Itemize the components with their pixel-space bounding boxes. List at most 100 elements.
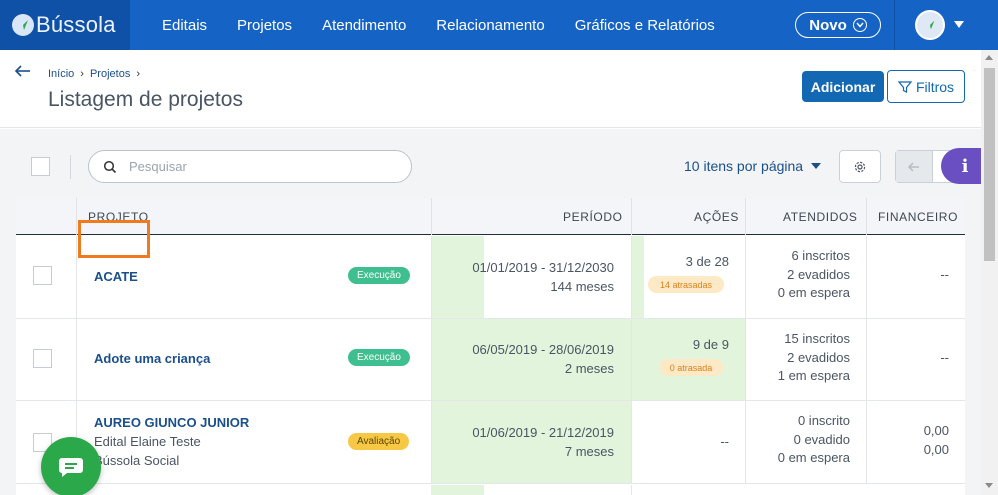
row-checkbox[interactable] xyxy=(33,349,52,368)
scroll-up-icon[interactable] xyxy=(985,55,993,60)
user-avatar[interactable] xyxy=(915,10,945,40)
breadcrumb-projetos[interactable]: Projetos xyxy=(90,68,130,80)
per-page-select[interactable]: 10 itens por página xyxy=(684,158,822,174)
caret-down-icon[interactable] xyxy=(954,21,964,28)
nav-item-projetos[interactable]: Projetos xyxy=(237,17,292,34)
chat-icon xyxy=(59,458,83,477)
financial-cell: -- xyxy=(940,267,949,282)
attended-dropouts: 0 evadido xyxy=(793,431,850,447)
search-placeholder: Pesquisar xyxy=(129,159,187,174)
vertical-scrollbar[interactable] xyxy=(981,50,998,495)
funnel-icon xyxy=(897,80,912,93)
gear-icon xyxy=(854,161,866,172)
period-progress-fill xyxy=(431,485,484,495)
column-divider xyxy=(76,198,77,235)
chevron-down-icon xyxy=(852,18,867,32)
prev-page-button[interactable] xyxy=(896,151,932,182)
column-header-acoes[interactable]: AÇÕES xyxy=(694,198,739,235)
actions-count: -- xyxy=(720,434,729,449)
late-actions-badge: 14 atrasadas xyxy=(648,276,724,293)
attended-dropouts: 2 evadidos xyxy=(787,266,850,282)
nav-item-relacionamento[interactable]: Relacionamento xyxy=(436,17,544,34)
financial-value: 0,00 xyxy=(923,441,949,457)
project-name-link[interactable]: Adote uma criança xyxy=(94,351,210,366)
table-row[interactable]: ACATE Execução 01/01/2019 - 31/12/2030 1… xyxy=(16,236,965,319)
attended-waiting: 0 em espera xyxy=(777,285,850,300)
column-divider xyxy=(631,198,632,235)
new-button[interactable]: Novo xyxy=(795,12,881,38)
column-divider xyxy=(431,236,432,318)
period-range: 01/06/2019 - 21/12/2019 xyxy=(472,425,614,440)
compass-icon xyxy=(12,14,34,36)
highlight-box xyxy=(78,220,150,258)
scroll-down-icon[interactable] xyxy=(985,483,993,488)
column-header-financeiro[interactable]: FINANCEIRO xyxy=(878,198,958,235)
breadcrumb: Início › Projetos › xyxy=(48,68,140,80)
nav-item-graficos-relatorios[interactable]: Gráficos e Relatórios xyxy=(575,17,715,34)
projects-table: PROJETO PERÍODO AÇÕES ATENDIDOS FINANCEI… xyxy=(16,198,965,495)
main-nav: Editais Projetos Atendimento Relacioname… xyxy=(162,0,745,50)
column-header-periodo[interactable]: PERÍODO xyxy=(563,198,623,235)
attended-cell: 6 inscritos 2 evadidos 0 em espera xyxy=(778,247,850,303)
info-icon: i xyxy=(961,155,969,177)
column-divider xyxy=(631,319,632,400)
period-range: 01/01/2019 - 31/12/2030 xyxy=(472,260,614,275)
financial-cell: 0,00 0,00 xyxy=(924,422,949,459)
select-all-checkbox[interactable] xyxy=(31,157,50,176)
column-divider xyxy=(745,401,746,483)
add-button[interactable]: Adicionar xyxy=(802,71,884,102)
period-cell: 06/05/2019 - 28/06/2019 2 meses xyxy=(472,340,614,378)
nav-item-atendimento[interactable]: Atendimento xyxy=(322,17,406,34)
period-months: 144 meses xyxy=(550,279,614,294)
column-divider xyxy=(76,319,77,400)
column-divider xyxy=(76,236,77,318)
late-actions-badge: 0 atrasada xyxy=(659,359,723,376)
page-header: Início › Projetos › Listagem de projetos… xyxy=(0,50,998,128)
filter-button-label: Filtros xyxy=(915,78,955,95)
period-months: 7 meses xyxy=(564,444,614,459)
table-header: PROJETO PERÍODO AÇÕES ATENDIDOS FINANCEI… xyxy=(16,198,965,235)
filter-button[interactable]: Filtros xyxy=(887,70,965,103)
column-divider xyxy=(745,198,746,235)
arrow-left-icon xyxy=(907,161,919,172)
column-divider xyxy=(631,236,632,318)
per-page-label: 10 itens por página xyxy=(684,158,804,174)
period-range: 06/05/2019 - 28/06/2019 xyxy=(472,342,614,357)
toolbar-divider xyxy=(70,155,71,179)
period-cell: 01/06/2019 - 21/12/2019 7 meses xyxy=(472,423,614,461)
project-edital: Edital Elaine Teste xyxy=(94,434,201,449)
new-button-label: Novo xyxy=(809,16,847,34)
project-name-link[interactable]: AUREO GIUNCO JUNIOR xyxy=(94,415,249,430)
financial-value: 0,00 xyxy=(923,423,949,438)
table-row[interactable]: AUREO GIUNCO JUNIOR Edital Elaine Teste … xyxy=(16,401,965,484)
caret-down-icon xyxy=(811,163,822,169)
table-row[interactable]: Adote uma criança Execução 06/05/2019 - … xyxy=(16,319,965,401)
attended-waiting: 1 em espera xyxy=(777,368,850,383)
column-divider xyxy=(631,401,632,483)
nav-item-editais[interactable]: Editais xyxy=(162,17,207,34)
scroll-thumb[interactable] xyxy=(984,68,995,261)
project-name-link[interactable]: ACATE xyxy=(94,269,138,284)
status-badge: Execução xyxy=(348,267,410,284)
chat-button[interactable] xyxy=(41,437,101,495)
period-cell: 01/01/2019 - 31/12/2030 144 meses xyxy=(472,258,614,296)
brand-logo[interactable]: Bússola xyxy=(0,0,130,50)
attended-waiting: 0 em espera xyxy=(777,450,850,465)
column-header-atendidos[interactable]: ATENDIDOS xyxy=(783,198,858,235)
column-divider xyxy=(866,236,867,318)
page-title: Listagem de projetos xyxy=(48,88,243,111)
column-divider xyxy=(866,198,867,235)
nav-divider xyxy=(894,0,895,50)
search-icon xyxy=(103,160,117,173)
search-input[interactable]: Pesquisar xyxy=(88,150,412,183)
breadcrumb-inicio[interactable]: Início xyxy=(48,68,74,80)
top-navbar: Bússola Editais Projetos Atendimento Rel… xyxy=(0,0,998,50)
column-divider xyxy=(866,401,867,483)
row-checkbox[interactable] xyxy=(33,266,52,285)
arrow-left-icon[interactable] xyxy=(14,64,32,78)
settings-button[interactable] xyxy=(839,150,881,183)
attended-enrolled: 0 inscrito xyxy=(797,413,850,428)
status-badge: Avaliação xyxy=(348,433,410,450)
financial-cell: -- xyxy=(940,350,949,365)
period-months: 2 meses xyxy=(564,361,614,376)
